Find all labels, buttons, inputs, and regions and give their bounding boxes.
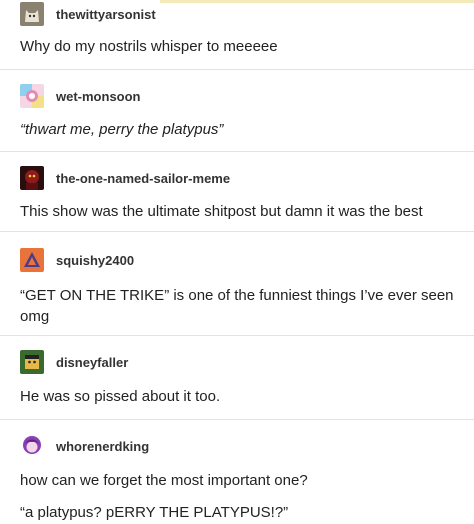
reblog-entry: wet-monsoon “thwart me, perry the platyp… xyxy=(0,70,474,152)
reblog-entry: the-one-named-sailor-meme This show was … xyxy=(0,152,474,232)
post-text: “GET ON THE TRIKE” is one of the funnies… xyxy=(20,287,454,325)
post-username[interactable]: disneyfaller xyxy=(56,355,128,370)
post-text: This show was the ultimate shitpost but … xyxy=(20,203,423,220)
post-text: He was so pissed about it too. xyxy=(20,388,221,405)
reblog-entry: thewittyarsonist Why do my nostrils whis… xyxy=(0,0,474,70)
post-username[interactable]: whorenerdking xyxy=(56,439,149,454)
post-text: how can we forget the most important one… xyxy=(20,472,308,489)
triangle-logo-avatar-icon[interactable] xyxy=(20,248,44,272)
colorful-art-avatar-icon[interactable] xyxy=(20,84,44,108)
cat-avatar-icon[interactable] xyxy=(20,2,44,26)
post-text: Why do my nostrils whisper to meeeee xyxy=(20,38,278,55)
post-text-quote: “a platypus? pERRY THE PLATYPUS!?” xyxy=(20,504,289,521)
post-text: “thwart me, perry the platypus” xyxy=(20,121,224,138)
post-username[interactable]: wet-monsoon xyxy=(56,89,141,104)
reblog-entry: squishy2400 “GET ON THE TRIKE” is one of… xyxy=(0,232,474,336)
cartoon-character-avatar-icon[interactable] xyxy=(20,350,44,374)
post-username[interactable]: thewittyarsonist xyxy=(56,7,156,22)
dark-red-avatar-icon[interactable] xyxy=(20,166,44,190)
post-username[interactable]: the-one-named-sailor-meme xyxy=(56,171,230,186)
reblog-entry: whorenerdking how can we forget the most… xyxy=(0,420,474,524)
purple-character-avatar-icon[interactable] xyxy=(20,434,44,458)
reblog-entry: disneyfaller He was so pissed about it t… xyxy=(0,336,474,420)
post-username[interactable]: squishy2400 xyxy=(56,253,134,268)
